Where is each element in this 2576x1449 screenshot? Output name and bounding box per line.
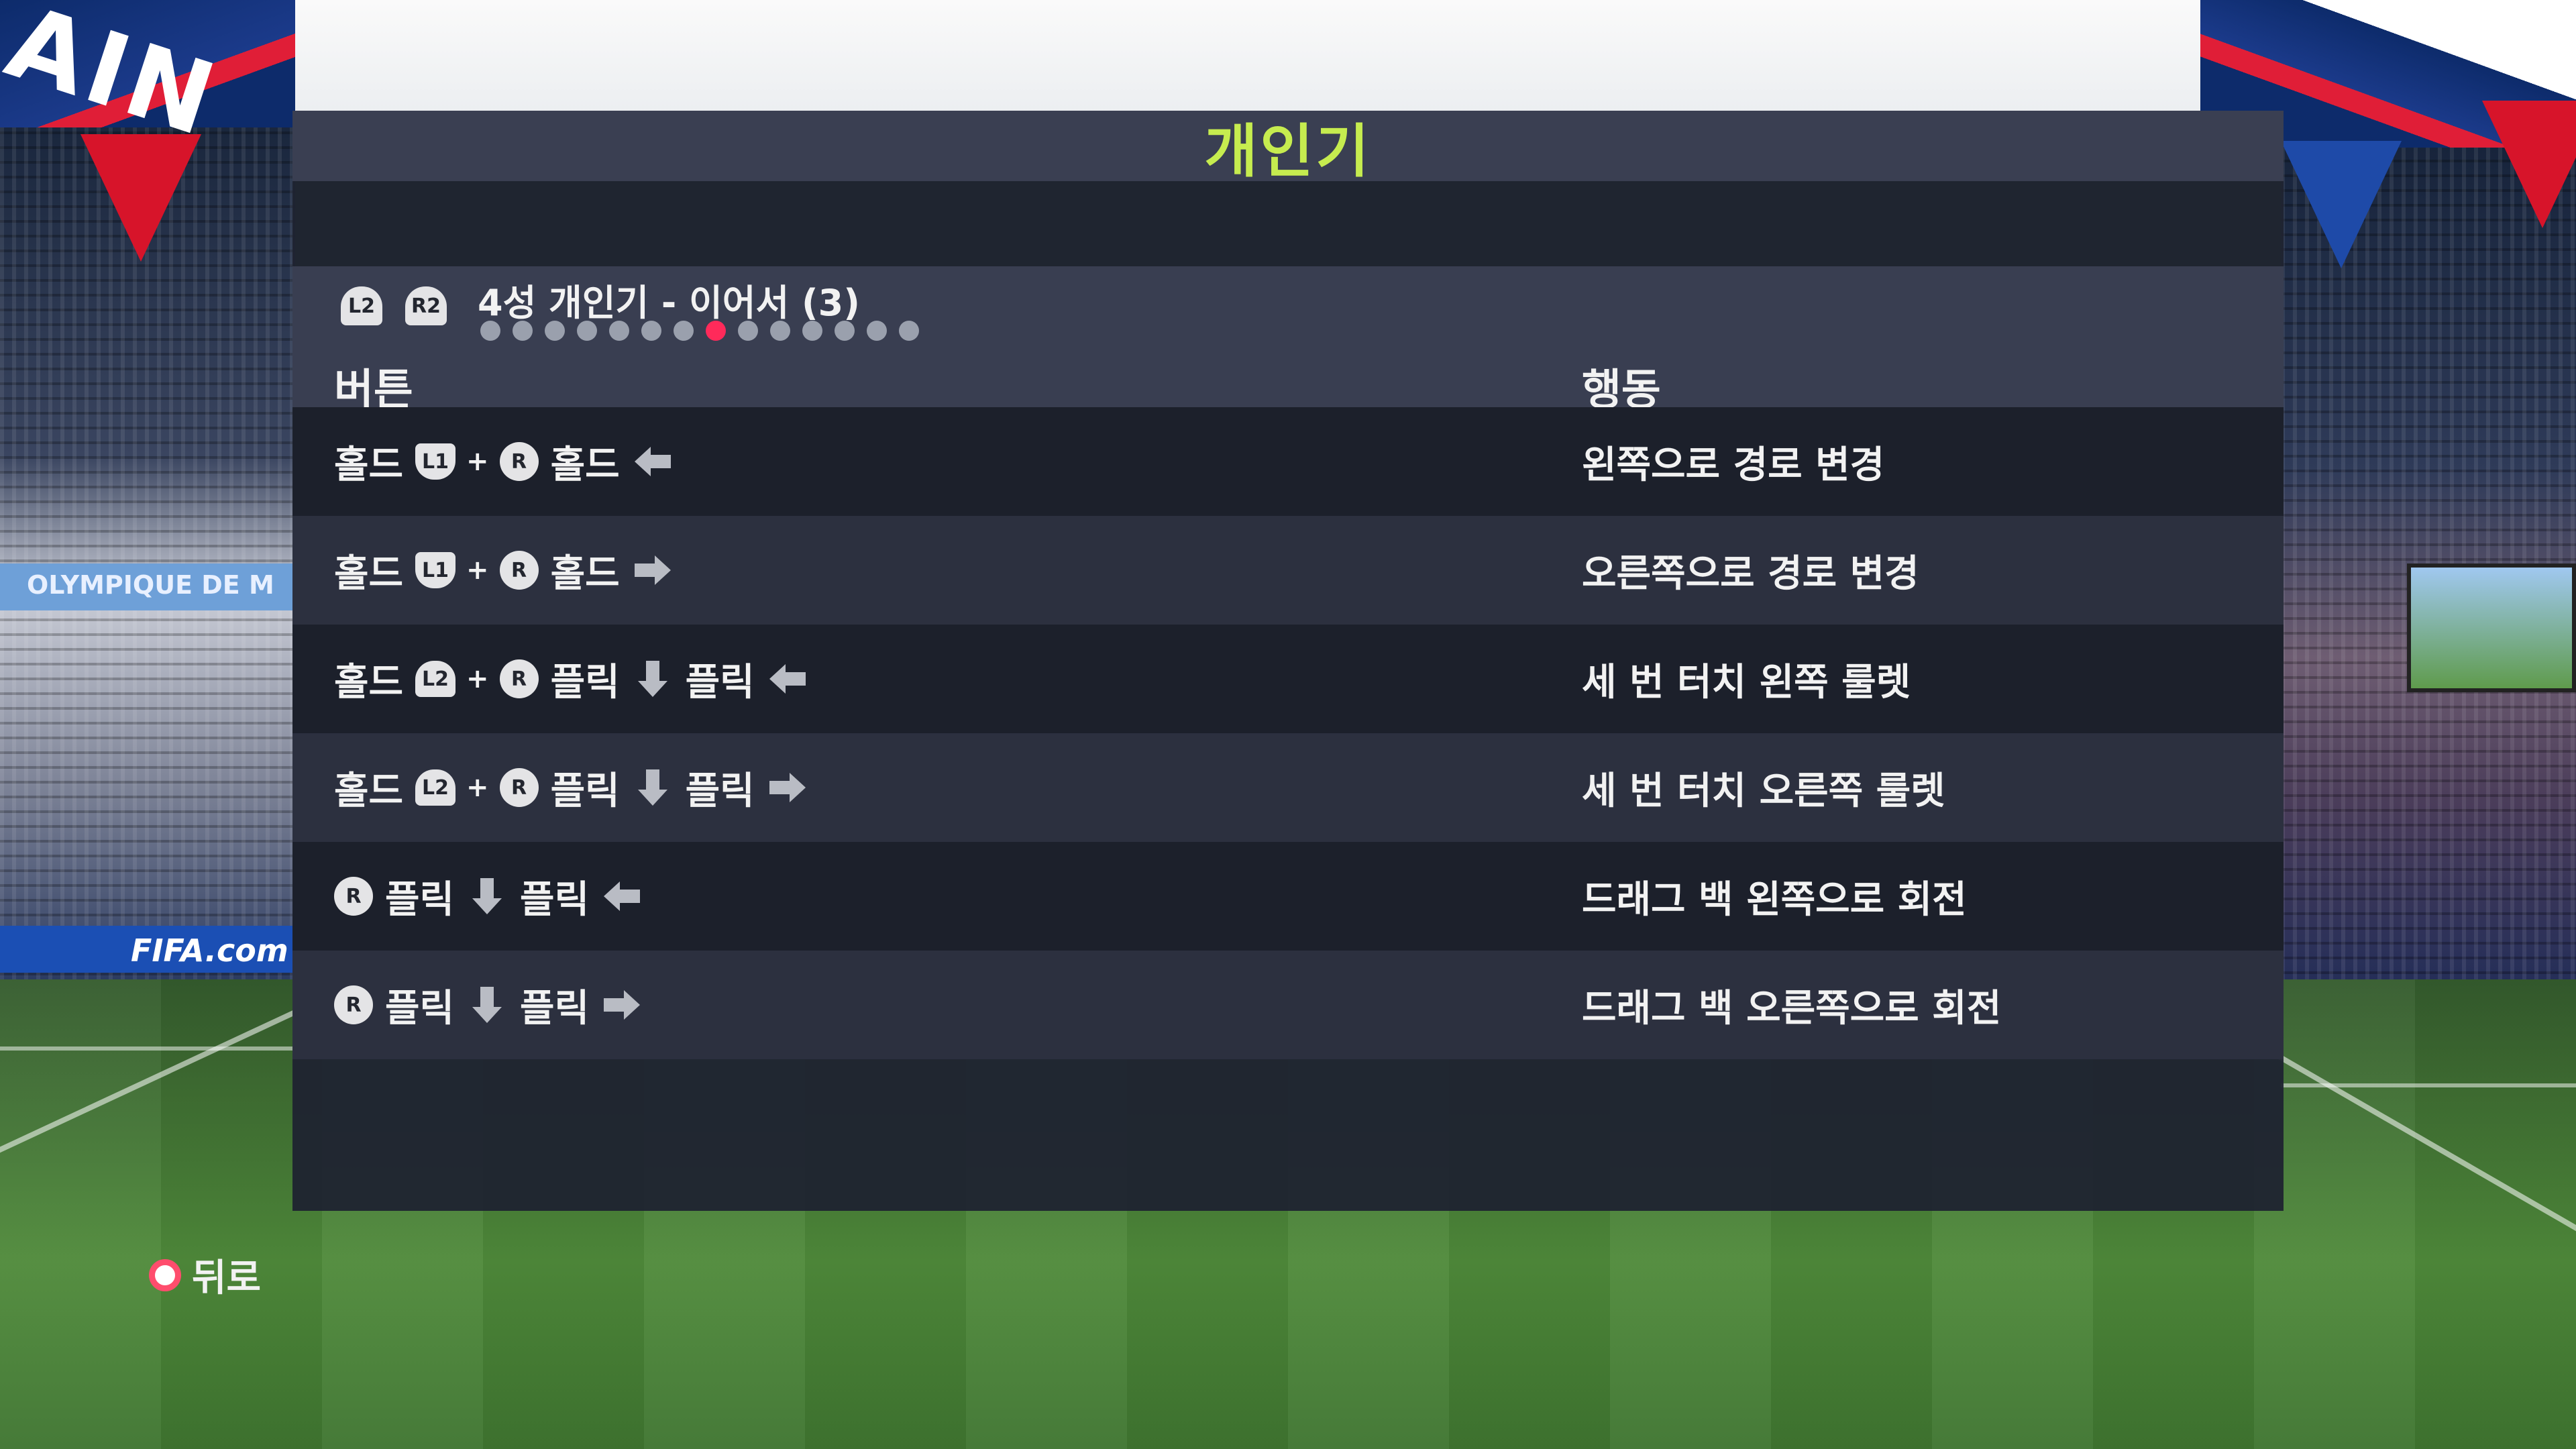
page-dot — [738, 321, 758, 341]
command-word: 플릭 — [520, 877, 590, 922]
command-word: 플릭 — [520, 986, 590, 1030]
pennant-left-icon — [80, 134, 201, 262]
arrow-down-icon — [632, 660, 674, 698]
right-stick-icon: R — [499, 442, 539, 481]
arrow-right-icon — [767, 769, 808, 806]
command-word: 플릭 — [685, 769, 755, 813]
page-dot — [577, 321, 597, 341]
plus-sign: + — [466, 772, 489, 803]
page-dot — [867, 321, 887, 341]
action-description: 드래그 백 오른쪽으로 회전 — [1582, 986, 2002, 1030]
command-row: R 플릭 플릭 드래그 백 오른쪽으로 회전 — [292, 951, 2284, 1059]
right-stick-icon: R — [499, 768, 539, 807]
back-button[interactable]: 뒤로 — [149, 1248, 261, 1302]
skill-moves-panel: 개인기 L2 R2 4성 개인기 - 이어서 (3) 버튼 행동 홀드 L1 + R 홀… — [292, 111, 2284, 1211]
l1-button-icon: L1 — [415, 443, 456, 480]
command-sequence: 홀드 L1 + R 홀드 — [334, 516, 674, 625]
arrow-right-icon — [632, 551, 674, 589]
l1-button-icon: L1 — [415, 552, 456, 588]
ad-board-left-text: FIFA.com — [131, 932, 288, 969]
command-word: 플릭 — [550, 660, 620, 704]
skill-category-name: 4성 개인기 - 이어서 (3) — [478, 282, 860, 324]
page-dot-active — [706, 321, 726, 341]
right-stick-icon: R — [499, 659, 539, 698]
page-title: 개인기 — [1204, 118, 1372, 185]
page-dot — [802, 321, 822, 341]
title-bar: 개인기 — [292, 111, 2284, 185]
pitch-line — [2281, 1083, 2576, 1087]
circle-button-icon — [149, 1258, 181, 1291]
page-dot — [480, 321, 500, 341]
page-indicator — [480, 321, 919, 341]
page-dot — [835, 321, 855, 341]
plus-sign: + — [466, 555, 489, 586]
command-word: 홀드 — [334, 769, 404, 813]
command-word: 홀드 — [550, 443, 620, 487]
right-stick-icon: R — [334, 877, 373, 916]
action-description: 왼쪽으로 경로 변경 — [1582, 443, 1885, 487]
ad-board-mid-text: OLYMPIQUE DE M — [27, 570, 274, 600]
arrow-right-icon — [601, 986, 643, 1024]
action-description: 세 번 터치 왼쪽 룰렛 — [1582, 660, 1911, 704]
arrow-down-icon — [632, 769, 674, 806]
l2-button-icon: L2 — [415, 769, 456, 806]
command-row: 홀드 L1 + R 홀드 오른쪽으로 경로 변경 — [292, 516, 2284, 625]
page-dot — [641, 321, 661, 341]
command-word: 홀드 — [334, 551, 404, 596]
action-description: 드래그 백 왼쪽으로 회전 — [1582, 877, 1967, 922]
command-word: 플릭 — [385, 986, 455, 1030]
arrow-down-icon — [466, 986, 508, 1024]
page-dot — [513, 321, 533, 341]
command-row: 홀드 L2 + R 플릭 플릭 세 번 터치 왼쪽 룰렛 — [292, 625, 2284, 733]
command-word: 플릭 — [685, 660, 755, 704]
command-word: 홀드 — [334, 443, 404, 487]
command-sequence: 홀드 L2 + R 플릭 플릭 — [334, 625, 808, 733]
command-row: 홀드 L1 + R 홀드 왼쪽으로 경로 변경 — [292, 407, 2284, 516]
pennant-blue-icon — [2281, 141, 2402, 268]
back-label: 뒤로 — [192, 1256, 262, 1300]
arrow-left-icon — [601, 877, 643, 915]
page-dot — [899, 321, 919, 341]
arrow-left-icon — [632, 443, 674, 480]
command-row: R 플릭 플릭 드래그 백 왼쪽으로 회전 — [292, 842, 2284, 951]
pitch-line — [0, 1046, 295, 1051]
command-row: 홀드 L2 + R 플릭 플릭 세 번 터치 오른쪽 룰렛 — [292, 733, 2284, 842]
command-sequence: R 플릭 플릭 — [334, 842, 643, 951]
command-word: 홀드 — [334, 660, 404, 704]
arrow-left-icon — [767, 660, 808, 698]
page-dot — [770, 321, 790, 341]
stadium-screen — [2407, 564, 2576, 692]
plus-sign: + — [466, 663, 489, 694]
command-sequence: 홀드 L1 + R 홀드 — [334, 407, 674, 516]
command-word: 홀드 — [550, 551, 620, 596]
command-word: 플릭 — [385, 877, 455, 922]
pennant-right-icon — [2482, 101, 2576, 228]
action-description: 오른쪽으로 경로 변경 — [1582, 551, 1919, 596]
page-dot — [545, 321, 565, 341]
arrow-down-icon — [466, 877, 508, 915]
right-stick-icon: R — [499, 551, 539, 590]
l2-button-icon[interactable]: L2 — [341, 286, 382, 325]
command-sequence: 홀드 L2 + R 플릭 플릭 — [334, 733, 808, 842]
right-stick-icon: R — [334, 985, 373, 1024]
page-dot — [674, 321, 694, 341]
action-description: 세 번 터치 오른쪽 룰렛 — [1582, 769, 1945, 813]
r2-button-icon[interactable]: R2 — [405, 286, 447, 325]
page-dot — [609, 321, 629, 341]
l2-button-icon: L2 — [415, 661, 456, 697]
plus-sign: + — [466, 446, 489, 477]
command-word: 플릭 — [550, 769, 620, 813]
command-sequence: R 플릭 플릭 — [334, 951, 643, 1059]
